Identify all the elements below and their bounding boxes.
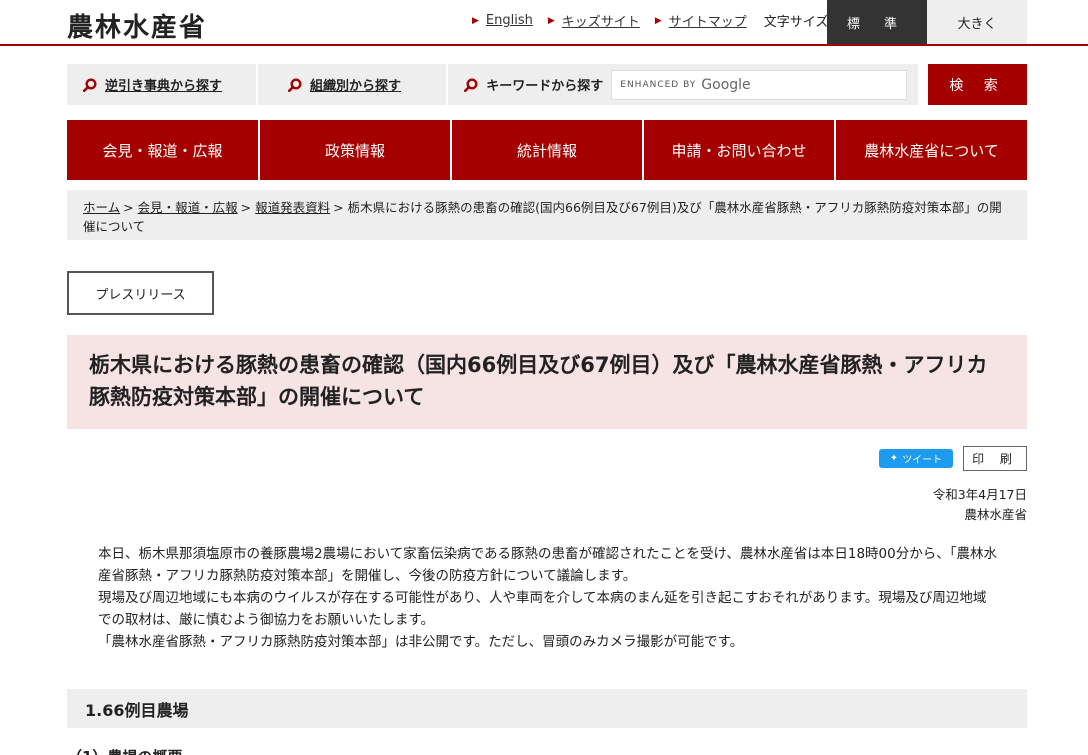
body-paragraph-1: 本日、栃木県那須塩原市の養豚農場2農場において家畜伝染病である豚熱の患畜が確認さ… (98, 546, 997, 584)
breadcrumb-home[interactable]: ホーム (83, 200, 120, 215)
search-button[interactable]: 検 索 (928, 64, 1027, 105)
nav-policy[interactable]: 政策情報 (260, 120, 450, 180)
print-button[interactable]: 印 刷 (963, 446, 1027, 471)
subsection-heading: （1）農場の概要 (67, 746, 182, 755)
nav-applications[interactable]: 申請・お問い合わせ (644, 120, 834, 180)
breadcrumb-press[interactable]: 会見・報道・広報 (138, 200, 238, 215)
category-label: プレスリリース (67, 271, 214, 315)
chevron-right-icon: ▶ (547, 15, 555, 26)
search-input-enhanced-text: ENHANCED BY (620, 79, 697, 90)
global-nav: 会見・報道・広報 政策情報 統計情報 申請・お問い合わせ 農林水産省について (67, 120, 1027, 180)
keyword-search: キーワードから探す ENHANCED BY Google (448, 64, 919, 105)
page-title: 栃木県における豚熱の患畜の確認（国内66例目及び67例目）及び「農林水産省豚熱・… (67, 335, 1027, 429)
release-info: 令和3年4月17日 農林水産省 (933, 485, 1027, 525)
font-size-standard-button[interactable]: 標 準 (827, 0, 927, 44)
utility-links: ▶ English ▶ キッズサイト ▶ サイトマップ 文字サイズ (472, 11, 828, 30)
chevron-right-icon: ▶ (654, 15, 662, 26)
chevron-right-icon: ▶ (472, 15, 479, 26)
body-paragraph-3: 「農林水産省豚熱・アフリカ豚熱防疫対策本部」は非公開です。ただし、冒頭のみカメラ… (98, 634, 744, 650)
nav-about[interactable]: 農林水産省について (836, 120, 1027, 180)
site-logo[interactable]: 農林水産省 (67, 7, 207, 44)
english-link[interactable]: ▶ English (472, 13, 533, 28)
publisher: 農林水産省 (964, 507, 1027, 522)
sitemap-link[interactable]: ▶ サイトマップ (655, 11, 747, 30)
nav-statistics[interactable]: 統計情報 (452, 120, 642, 180)
nav-press[interactable]: 会見・報道・広報 (67, 120, 258, 180)
search-icon (288, 77, 302, 92)
search-icon (83, 77, 97, 92)
reverse-dictionary-search-link[interactable]: 逆引き事典から探す (67, 64, 257, 105)
release-date: 令和3年4月17日 (932, 487, 1027, 502)
breadcrumb-separator: > (240, 200, 252, 215)
section-heading-farm-66: 1.66例目農場 (67, 689, 1027, 728)
twitter-bird-icon: ✦ (889, 453, 899, 464)
breadcrumb-separator: > (333, 200, 344, 215)
site-header: 農林水産省 ▶ English ▶ キッズサイト ▶ サイトマップ 文字サイズ … (0, 0, 1088, 46)
search-icon (464, 77, 478, 92)
tweet-button[interactable]: ✦ ツイート (879, 449, 953, 468)
kids-site-link[interactable]: ▶ キッズサイト (548, 11, 640, 30)
breadcrumb: ホーム > 会見・報道・広報 > 報道発表資料 > 栃木県における豚熱の患畜の確認(国内66… (67, 190, 1027, 240)
search-input[interactable]: ENHANCED BY Google (611, 69, 908, 100)
tweet-label: ツイート (902, 455, 943, 466)
breadcrumb-releases[interactable]: 報道発表資料 (255, 200, 330, 215)
google-brand-text: Google (701, 76, 751, 93)
font-size-label: 文字サイズ (763, 15, 829, 30)
search-bar: 逆引き事典から探す 組織別から探す キーワードから探す ENHANCED BY … (67, 64, 1027, 105)
breadcrumb-separator: > (123, 200, 134, 215)
body-paragraph-2: 現場及び周辺地域にも本病のウイルスが存在する可能性があり、人や車両を介して本病の… (98, 590, 987, 628)
font-size-large-button[interactable]: 大きく (927, 0, 1027, 44)
keyword-search-label: キーワードから探す (486, 79, 604, 94)
organization-search-link[interactable]: 組織別から探す (258, 64, 447, 105)
article-body: 本日、栃木県那須塩原市の養豚農場2農場において家畜伝染病である豚熱の患畜が確認さ… (98, 543, 998, 653)
